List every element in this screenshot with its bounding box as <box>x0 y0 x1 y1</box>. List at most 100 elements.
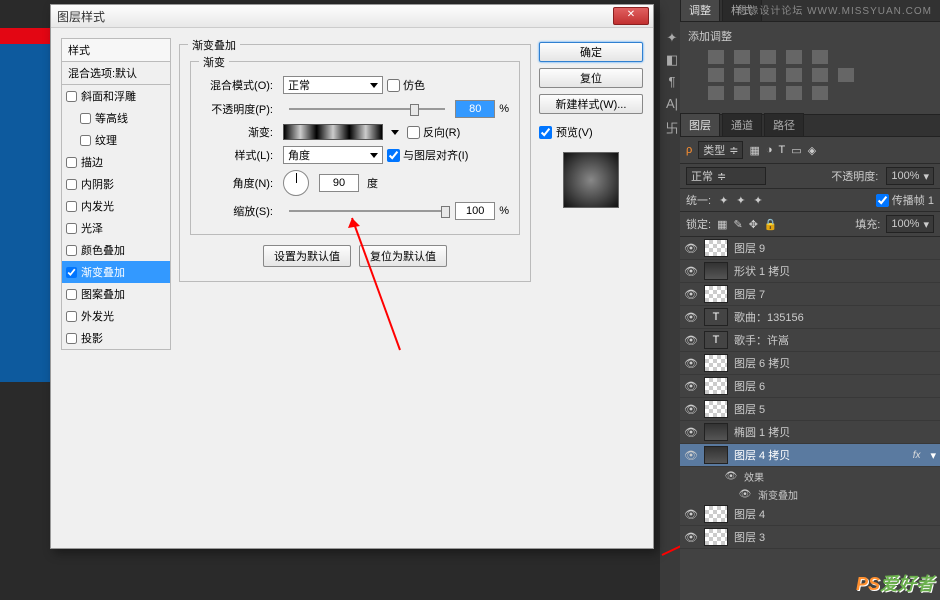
adj-icon[interactable] <box>760 68 776 82</box>
adj-icon[interactable] <box>812 86 828 100</box>
adj-icon[interactable] <box>708 68 724 82</box>
chevron-down-icon[interactable]: ▾ <box>930 449 936 462</box>
style-item[interactable]: 渐变叠加 <box>62 261 170 283</box>
visibility-icon[interactable]: 👁 <box>684 357 698 370</box>
adj-icon[interactable] <box>760 50 776 64</box>
scale-slider[interactable] <box>289 210 445 212</box>
tab-paths[interactable]: 路径 <box>764 113 804 136</box>
layer-row[interactable]: 👁图层 6 <box>680 375 940 398</box>
dialog-titlebar[interactable]: 图层样式 ✕ <box>51 5 653 28</box>
visibility-icon[interactable]: 👁 <box>684 449 698 462</box>
layer-row[interactable]: 👁T歌手：许嵩 <box>680 329 940 352</box>
adj-icon[interactable] <box>786 68 802 82</box>
style-item[interactable]: 光泽 <box>62 217 170 239</box>
unify-icon[interactable]: ✦ <box>719 194 728 207</box>
cancel-button[interactable]: 复位 <box>539 68 643 88</box>
tool-icon[interactable]: 卐 <box>662 118 682 138</box>
reverse-checkbox[interactable]: 反向(R) <box>407 124 460 140</box>
tool-icon[interactable]: ✦ <box>662 30 682 50</box>
adj-icon[interactable] <box>786 50 802 64</box>
visibility-icon[interactable]: 👁 <box>684 380 698 393</box>
scale-input[interactable] <box>455 202 495 220</box>
style-item[interactable]: 颜色叠加 <box>62 239 170 261</box>
adj-icon[interactable] <box>786 86 802 100</box>
layer-row[interactable]: 👁图层 3 <box>680 526 940 549</box>
adj-icon[interactable] <box>838 68 854 82</box>
style-item[interactable]: 外发光 <box>62 305 170 327</box>
angle-dial[interactable] <box>283 170 309 196</box>
unify-icon[interactable]: ✦ <box>754 194 763 207</box>
adj-icon[interactable] <box>812 68 828 82</box>
tool-icon[interactable]: ¶ <box>662 74 682 94</box>
visibility-icon[interactable]: 👁 <box>724 471 738 482</box>
visibility-icon[interactable]: 👁 <box>684 288 698 301</box>
styles-header[interactable]: 样式 <box>61 38 171 62</box>
lock-icon[interactable]: ✎ <box>733 218 742 231</box>
style-select[interactable]: 角度 <box>283 146 383 164</box>
opacity-slider[interactable] <box>289 108 445 110</box>
visibility-icon[interactable]: 👁 <box>684 334 698 347</box>
layer-row[interactable]: 👁图层 9 <box>680 237 940 260</box>
tab-layers[interactable]: 图层 <box>680 113 720 136</box>
propagate-checkbox[interactable]: 传播帧 1 <box>876 192 934 208</box>
adj-icon[interactable] <box>734 50 750 64</box>
adj-icon[interactable] <box>708 86 724 100</box>
adj-icon[interactable] <box>708 50 724 64</box>
filter-icon[interactable]: ◈ <box>808 144 816 157</box>
layer-row[interactable]: 👁图层 4 拷贝fx▾ <box>680 444 940 467</box>
layer-row[interactable]: 👁椭圆 1 拷贝 <box>680 421 940 444</box>
style-item[interactable]: 斜面和浮雕 <box>62 85 170 107</box>
visibility-icon[interactable]: 👁 <box>684 403 698 416</box>
gradient-picker[interactable] <box>283 124 383 140</box>
style-item[interactable]: 纹理 <box>62 129 170 151</box>
angle-input[interactable] <box>319 174 359 192</box>
layer-effects-row[interactable]: 👁效果 <box>680 467 940 485</box>
reset-default-button[interactable]: 复位为默认值 <box>359 245 447 267</box>
style-item[interactable]: 等高线 <box>62 107 170 129</box>
fill-input[interactable]: 100%▾ <box>886 215 934 233</box>
new-style-button[interactable]: 新建样式(W)... <box>539 94 643 114</box>
visibility-icon[interactable]: 👁 <box>684 265 698 278</box>
filter-icon[interactable]: ◑ <box>766 144 773 156</box>
tab-channels[interactable]: 通道 <box>722 113 762 136</box>
style-item[interactable]: 描边 <box>62 151 170 173</box>
filter-kind-select[interactable]: 类型 ≑ <box>698 141 743 159</box>
opacity-input[interactable] <box>455 100 495 118</box>
adj-icon[interactable] <box>760 86 776 100</box>
tool-icon[interactable]: A| <box>662 96 682 116</box>
adj-icon[interactable] <box>812 50 828 64</box>
visibility-icon[interactable]: 👁 <box>684 508 698 521</box>
filter-icon[interactable]: ▦ <box>749 144 759 157</box>
lock-icon[interactable]: ▦ <box>717 218 727 231</box>
blend-mode-select[interactable]: 正常 <box>283 76 383 94</box>
blend-mode-select[interactable]: 正常 ≑ <box>686 167 766 185</box>
tab-adjustments[interactable]: 调整 <box>680 0 720 21</box>
preview-checkbox[interactable]: 预览(V) <box>539 124 643 140</box>
filter-icon[interactable]: ▭ <box>791 144 801 157</box>
adj-icon[interactable] <box>734 68 750 82</box>
visibility-icon[interactable]: 👁 <box>684 311 698 324</box>
style-item[interactable]: 内阴影 <box>62 173 170 195</box>
set-default-button[interactable]: 设置为默认值 <box>263 245 351 267</box>
lock-icon[interactable]: ✥ <box>749 218 758 231</box>
unify-icon[interactable]: ✦ <box>736 194 745 207</box>
layer-row[interactable]: 👁图层 6 拷贝 <box>680 352 940 375</box>
lock-icon[interactable]: 🔒 <box>764 218 778 231</box>
layer-row[interactable]: 👁形状 1 拷贝 <box>680 260 940 283</box>
visibility-icon[interactable]: 👁 <box>738 489 752 500</box>
dither-checkbox[interactable]: 仿色 <box>387 77 425 93</box>
blend-options[interactable]: 混合选项:默认 <box>61 62 171 85</box>
layer-row[interactable]: 👁图层 7 <box>680 283 940 306</box>
style-item[interactable]: 投影 <box>62 327 170 349</box>
visibility-icon[interactable]: 👁 <box>684 242 698 255</box>
layer-row[interactable]: 👁图层 4 <box>680 503 940 526</box>
style-item[interactable]: 图案叠加 <box>62 283 170 305</box>
tool-icon[interactable]: ◧ <box>662 52 682 72</box>
layer-row[interactable]: 👁图层 5 <box>680 398 940 421</box>
layer-opacity-input[interactable]: 100%▾ <box>886 167 934 185</box>
style-item[interactable]: 内发光 <box>62 195 170 217</box>
align-checkbox[interactable]: 与图层对齐(I) <box>387 147 468 163</box>
chevron-down-icon[interactable] <box>391 130 399 135</box>
visibility-icon[interactable]: 👁 <box>684 426 698 439</box>
visibility-icon[interactable]: 👁 <box>684 531 698 544</box>
